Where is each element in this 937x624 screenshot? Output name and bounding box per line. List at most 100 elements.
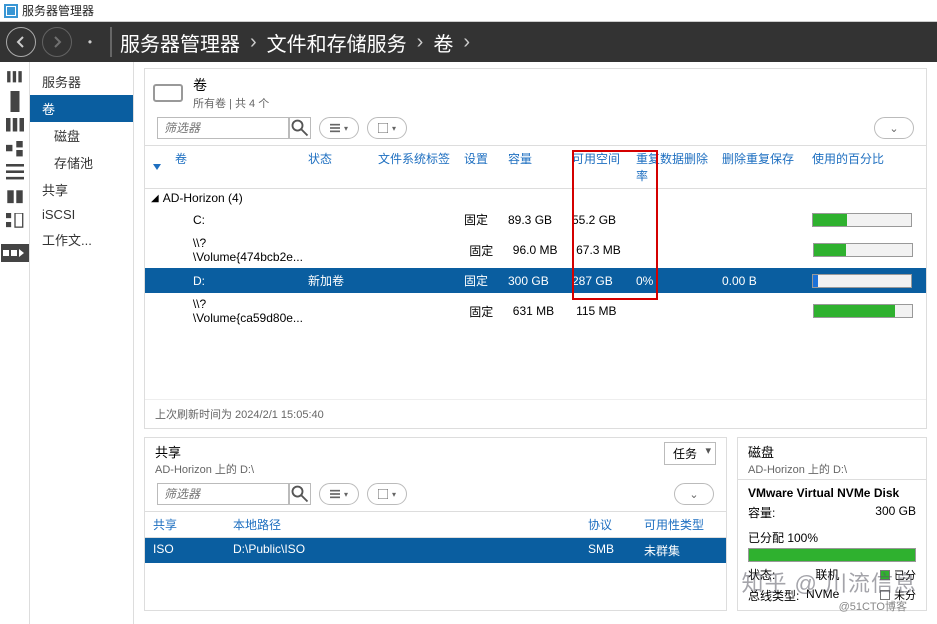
cell-fs (372, 216, 458, 224)
cell-fs (378, 246, 463, 254)
volume-row[interactable]: C:固定89.3 GB55.2 GB (145, 207, 926, 232)
cell-free: 115 MB (570, 300, 633, 322)
role-icon[interactable] (6, 142, 24, 156)
shares-rows: ISOD:\Public\ISOSMB未群集 (145, 538, 726, 563)
storage-nav-icon[interactable] (1, 244, 29, 262)
watermark: 知乎 @ 川流信息 (741, 566, 917, 598)
disk-device: VMware Virtual NVMe Disk (748, 486, 916, 500)
col-pct[interactable]: 使用的百分比 (806, 146, 926, 188)
cell-deduprate (630, 216, 716, 224)
volumes-title: 卷 (193, 75, 269, 95)
cell-cap: 89.3 GB (502, 209, 566, 231)
cell-free: 55.2 GB (566, 209, 630, 231)
cell-fs (378, 307, 463, 315)
nav-workfolders[interactable]: 工作文... (30, 226, 133, 253)
cell-usage (806, 270, 926, 292)
col-free[interactable]: 可用空间 (566, 146, 630, 188)
volume-row[interactable]: \\?\Volume{474bcb2e...固定96.0 MB67.3 MB (145, 232, 926, 268)
shares-columns-selector[interactable]: ▾ (319, 483, 359, 505)
dashboard-icon[interactable] (6, 70, 24, 84)
nav-disks[interactable]: 磁盘 (30, 122, 133, 149)
server-icon[interactable] (6, 94, 24, 108)
cell-cap: 631 MB (507, 300, 570, 322)
cell-deduprate (633, 307, 718, 315)
separator (110, 27, 112, 57)
expand-button[interactable]: ⌄ (874, 117, 914, 139)
cell-volume: D: (169, 270, 302, 292)
volumes-filter[interactable] (157, 117, 311, 139)
disk-alloc-label: 已分配 100% (748, 529, 916, 546)
cell-prov: 固定 (463, 299, 507, 324)
cell-dedupsave (718, 246, 807, 254)
cell-dedupsave (716, 216, 806, 224)
nav-shares[interactable]: 共享 (30, 176, 133, 203)
col-prov[interactable]: 设置 (458, 146, 502, 188)
cell-status (302, 216, 372, 224)
back-button[interactable] (6, 27, 36, 57)
app-icon (4, 4, 18, 18)
disk-subtitle: AD-Horizon 上的 D:\ (748, 461, 847, 477)
col-status[interactable]: 状态 (302, 146, 372, 188)
cell-usage (806, 209, 926, 231)
shares-filter-input[interactable] (158, 484, 288, 504)
col-dedupsave[interactable]: 删除重复保存 (716, 146, 806, 188)
misc-icon[interactable] (6, 214, 24, 228)
volumes-grid-header: 卷 状态 文件系统标签 设置 容量 可用空间 重复数据删除率 删除重复保存 使用… (145, 145, 926, 189)
col-cap[interactable]: 容量 (502, 146, 566, 188)
shares-panel: 共享 AD-Horizon 上的 D:\ 任务 ▾ ▾ ⌄ 共享 (144, 437, 727, 611)
crumb-1[interactable]: 文件和存储服务 (261, 28, 413, 57)
col-deduprate[interactable]: 重复数据删除率 (630, 146, 716, 188)
disk-title: 磁盘 (748, 442, 847, 461)
col-fslabel[interactable]: 文件系统标签 (372, 146, 458, 188)
col-proto[interactable]: 协议 (580, 512, 636, 537)
group-icon[interactable] (6, 190, 24, 204)
volumes-panel: 卷 所有卷 | 共 4 个 ▾ ▾ ⌄ 卷 状态 文件系统标签 设置 (144, 68, 927, 429)
volume-row[interactable]: \\?\Volume{ca59d80e...固定631 MB115 MB (145, 293, 926, 329)
col-path[interactable]: 本地路径 (225, 512, 580, 537)
cell-prov: 固定 (463, 238, 507, 263)
cell-deduprate (633, 246, 718, 254)
shares-expand-button[interactable]: ⌄ (674, 483, 714, 505)
allservers-icon[interactable] (6, 118, 24, 132)
chevron-icon: › (459, 31, 474, 54)
columns-selector[interactable]: ▾ (319, 117, 359, 139)
expand-all-icon[interactable] (145, 146, 169, 188)
search-icon[interactable] (288, 117, 310, 139)
cell-free: 287 GB (566, 270, 630, 292)
search-icon[interactable] (288, 483, 310, 505)
nav-volumes[interactable]: 卷 (30, 95, 133, 122)
share-row[interactable]: ISOD:\Public\ISOSMB未群集 (145, 538, 726, 563)
disk-cap-label: 容量: (748, 504, 775, 521)
volume-group-row[interactable]: ◢ AD-Horizon (4) (145, 189, 926, 207)
volume-row[interactable]: D:新加卷固定300 GB287 GB0%0.00 B (145, 268, 926, 293)
col-volume[interactable]: 卷 (169, 146, 302, 188)
nav-iscsi[interactable]: iSCSI (30, 203, 133, 226)
cell-volume: \\?\Volume{474bcb2e... (169, 232, 309, 268)
cell-path: D:\Public\ISO (225, 538, 580, 563)
refresh-time: 上次刷新时间为 2024/2/1 15:05:40 (145, 399, 926, 428)
shares-filter[interactable] (157, 483, 311, 505)
disk-alloc-bar (748, 548, 916, 562)
view-selector[interactable]: ▾ (367, 117, 407, 139)
nav-storagepools[interactable]: 存储池 (30, 149, 133, 176)
role2-icon[interactable] (6, 166, 24, 180)
shares-tasks-button[interactable]: 任务 (664, 442, 716, 465)
crumb-0[interactable]: 服务器管理器 (114, 28, 246, 57)
cell-share: ISO (145, 538, 225, 563)
shares-grid-header: 共享 本地路径 协议 可用性类型 (145, 511, 726, 538)
cell-usage (807, 300, 926, 322)
shares-title: 共享 (155, 442, 254, 461)
forward-button[interactable] (42, 27, 72, 57)
nav-servers[interactable]: 服务器 (30, 68, 133, 95)
volumes-filter-input[interactable] (158, 118, 288, 138)
breadcrumb-bar: • 服务器管理器 › 文件和存储服务 › 卷 › (0, 22, 937, 62)
col-share[interactable]: 共享 (145, 512, 225, 537)
shares-view-selector[interactable]: ▾ (367, 483, 407, 505)
col-avail[interactable]: 可用性类型 (636, 512, 726, 537)
shares-subtitle: AD-Horizon 上的 D:\ (155, 461, 254, 477)
crumb-2[interactable]: 卷 (427, 28, 459, 57)
chevron-icon: › (246, 31, 261, 54)
collapse-icon: ◢ (151, 193, 159, 204)
main-area: 卷 所有卷 | 共 4 个 ▾ ▾ ⌄ 卷 状态 文件系统标签 设置 (134, 62, 937, 624)
breadcrumb-menu-icon[interactable]: • (72, 35, 108, 49)
